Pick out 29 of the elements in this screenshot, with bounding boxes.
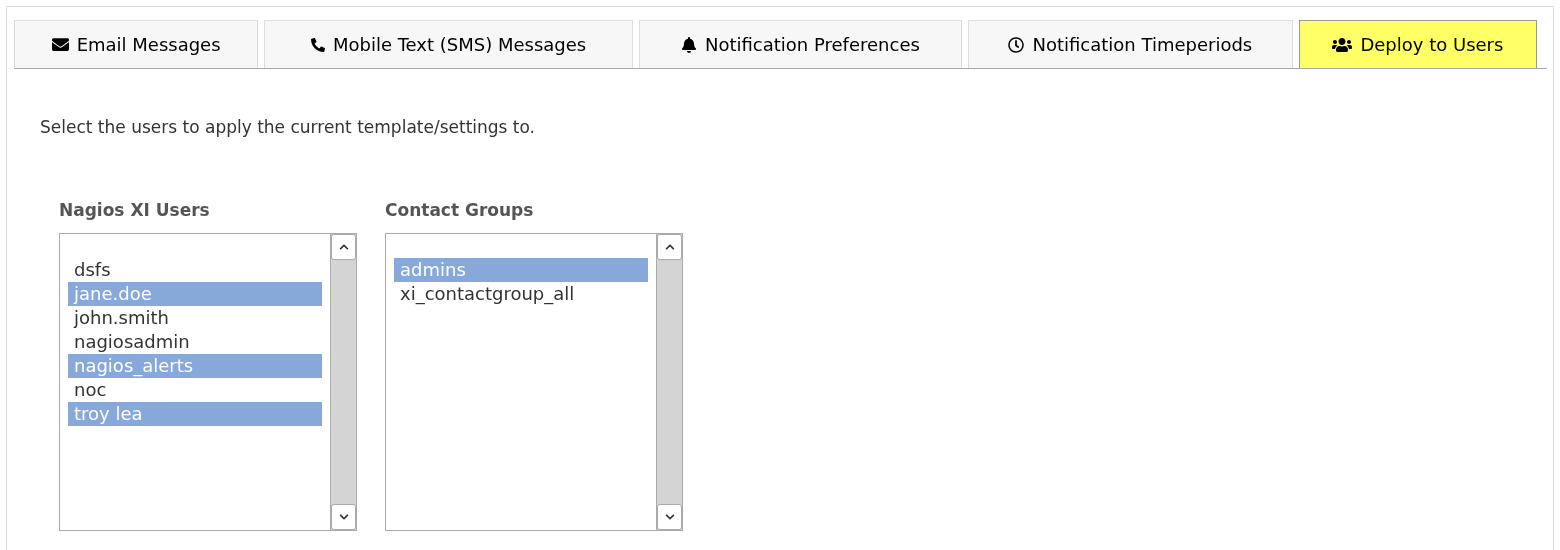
chevron-down-icon [338,512,349,522]
scrollbar[interactable] [330,234,356,530]
list-heading: Nagios XI Users [59,198,211,222]
tab[interactable]: Deploy to Users [1298,20,1537,68]
tab[interactable]: Notification Preferences [638,20,962,68]
chevron-up-icon [338,242,349,252]
instructions-text: Select the users to apply the current template/settings to. [40,116,537,139]
bell-icon [680,36,697,53]
scroll-down-button[interactable] [657,504,682,530]
list-option[interactable]: xi_contactgroup_all [394,282,648,306]
envelope-icon [51,36,69,53]
tab[interactable]: Mobile Text (SMS) Messages [264,20,633,68]
scroll-up-button[interactable] [657,234,682,260]
scrollbar[interactable] [656,234,682,530]
tab[interactable]: Email Messages [14,20,259,68]
tab[interactable]: Notification Timeperiods [967,20,1293,68]
list-option[interactable]: dsfs [68,258,322,282]
list-option[interactable]: nagiosadmin [68,330,322,354]
list-option[interactable]: john.smith [68,306,322,330]
chevron-down-icon [664,512,675,522]
list-box[interactable]: admins xi_contactgroup_all [385,233,683,531]
clock-icon [1008,36,1025,53]
list-heading: Contact Groups [385,198,535,222]
list-box[interactable]: dsfs jane.doe john.smith nagiosadmin nagios_alerts noc troy lea [59,233,357,531]
list-option[interactable]: noc [68,378,322,402]
scroll-up-button[interactable] [331,234,356,260]
chevron-up-icon [664,242,675,252]
scroll-down-button[interactable] [331,504,356,530]
phone-icon [310,37,325,52]
